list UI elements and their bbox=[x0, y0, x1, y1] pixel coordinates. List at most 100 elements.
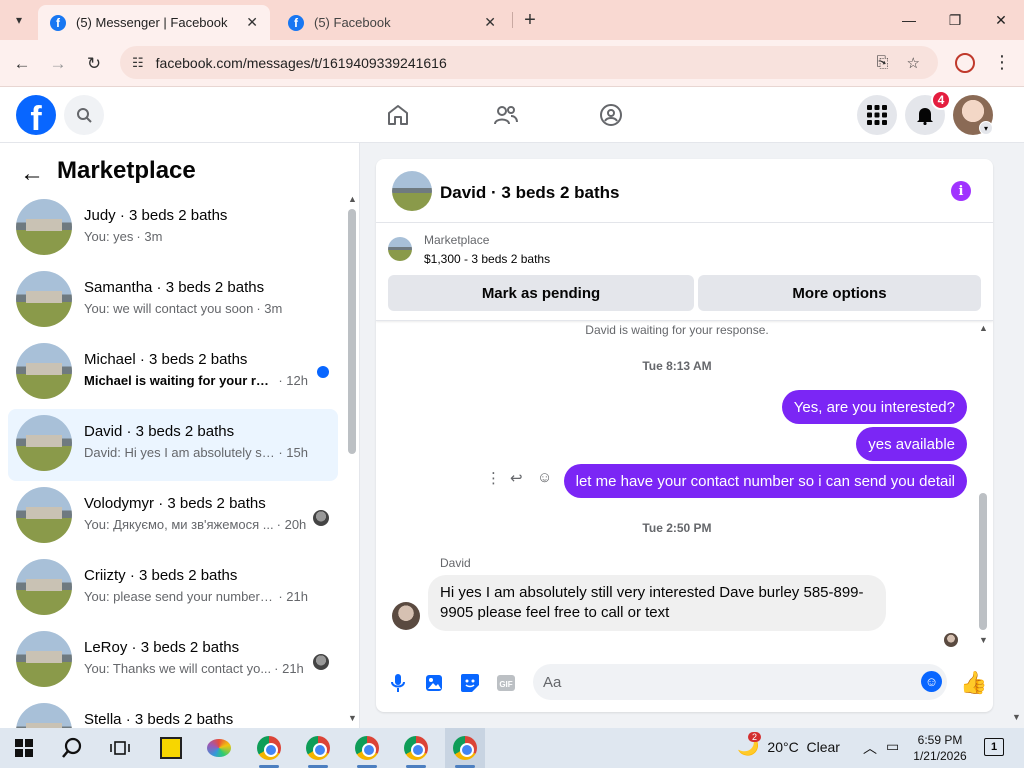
sticker-icon[interactable] bbox=[460, 673, 480, 693]
close-tab-icon[interactable]: ✕ bbox=[246, 14, 258, 31]
chevron-down-icon[interactable]: ▾ bbox=[979, 121, 993, 135]
conversation-name: Samantha · 3 beds 2 baths bbox=[84, 279, 265, 296]
search-button[interactable] bbox=[64, 95, 104, 135]
weather-widget[interactable]: 🌙 2 20°C Clear bbox=[737, 732, 840, 757]
listing-thumbnail bbox=[16, 199, 72, 255]
timestamp: Tue 2:50 PM bbox=[642, 521, 712, 535]
listing-price-title[interactable]: $1,300 - 3 beds 2 baths bbox=[424, 252, 550, 266]
restore-button[interactable]: ❐ bbox=[932, 0, 978, 40]
gif-icon[interactable]: GIF bbox=[496, 673, 516, 693]
close-tab-icon[interactable]: ✕ bbox=[484, 14, 496, 31]
outgoing-message[interactable]: let me have your contact number so i can… bbox=[563, 464, 967, 498]
reply-icon[interactable]: ↩ bbox=[510, 469, 523, 487]
listing-thumbnail bbox=[16, 559, 72, 615]
chrome-profile-icon[interactable] bbox=[255, 734, 283, 762]
seen-avatar bbox=[313, 654, 329, 670]
home-nav[interactable] bbox=[382, 99, 414, 131]
emoji-icon[interactable]: ☺ bbox=[921, 671, 942, 692]
conversation-item[interactable]: Criizty · 3 beds 2 baths You: please sen… bbox=[8, 553, 338, 625]
listing-card: Marketplace $1,300 - 3 beds 2 baths Mark… bbox=[376, 223, 993, 321]
search-icon[interactable] bbox=[58, 734, 86, 762]
chrome-profile-icon[interactable] bbox=[353, 734, 381, 762]
task-view-icon[interactable] bbox=[106, 734, 134, 762]
facebook-favicon-icon: f bbox=[288, 14, 304, 31]
conversation-item[interactable]: Samantha · 3 beds 2 baths You: we will c… bbox=[8, 265, 338, 337]
more-actions-icon[interactable]: ⋮ bbox=[486, 469, 501, 487]
scroll-up-arrow[interactable]: ▲ bbox=[348, 194, 357, 204]
conversation-preview: David: Hi yes I am absolutely still v...… bbox=[84, 445, 308, 460]
listing-thumbnail[interactable] bbox=[392, 171, 432, 211]
site-info-icon[interactable]: ☷ bbox=[132, 55, 144, 71]
conversation-name: LeRoy · 3 beds 2 baths bbox=[84, 639, 240, 656]
minimize-button[interactable]: — bbox=[886, 0, 932, 40]
install-app-icon[interactable]: ⎘ bbox=[877, 54, 889, 71]
listing-source: Marketplace bbox=[424, 233, 490, 247]
more-options-button[interactable]: More options bbox=[698, 275, 981, 311]
conversation-item-selected[interactable]: David · 3 beds 2 baths David: Hi yes I a… bbox=[8, 409, 338, 481]
groups-nav[interactable] bbox=[595, 99, 627, 131]
close-window-button[interactable]: ✕ bbox=[978, 0, 1024, 40]
back-button[interactable]: ← bbox=[8, 50, 36, 78]
incoming-message[interactable]: Hi yes I am absolutely still very intere… bbox=[428, 575, 886, 631]
friends-nav[interactable] bbox=[489, 99, 521, 131]
conversation-preview: You: yes · 3m bbox=[84, 229, 163, 244]
conversation-item[interactable]: Volodymyr · 3 beds 2 baths You: Дякуємо,… bbox=[8, 481, 338, 553]
back-arrow-icon[interactable]: ← bbox=[20, 160, 44, 188]
scroll-down-arrow[interactable]: ▼ bbox=[348, 713, 357, 723]
message-input[interactable] bbox=[533, 664, 947, 700]
conversation-item[interactable]: Judy · 3 beds 2 baths You: yes · 3m bbox=[8, 193, 338, 265]
timestamp: Tue 8:13 AM bbox=[642, 359, 712, 373]
url-text[interactable]: facebook.com/messages/t/1619409339241616 bbox=[156, 55, 877, 71]
notification-center-icon[interactable]: 1 bbox=[984, 738, 1004, 756]
scroll-down-arrow[interactable]: ▼ bbox=[979, 635, 988, 645]
facebook-logo[interactable]: f bbox=[16, 95, 56, 135]
tab-facebook[interactable]: f (5) Facebook ✕ bbox=[276, 5, 508, 40]
address-bar[interactable]: ☷ facebook.com/messages/t/16194093392416… bbox=[120, 46, 938, 79]
sender-avatar[interactable] bbox=[392, 602, 420, 630]
reload-button[interactable]: ↻ bbox=[80, 50, 108, 78]
network-icon[interactable]: ▭ bbox=[886, 738, 899, 755]
outgoing-message[interactable]: yes available bbox=[856, 427, 967, 461]
bookmark-star-icon[interactable]: ☆ bbox=[907, 54, 920, 72]
new-tab-button[interactable]: + bbox=[518, 8, 542, 32]
sticky-notes-icon[interactable] bbox=[157, 734, 185, 762]
windows-start-icon[interactable] bbox=[10, 734, 38, 762]
system-clock[interactable]: 6:59 PM 1/21/2026 bbox=[905, 732, 975, 764]
menu-button[interactable] bbox=[857, 95, 897, 135]
chat-scrollbar[interactable] bbox=[979, 493, 987, 630]
bell-icon bbox=[917, 108, 933, 125]
conversation-item[interactable]: Stella · 3 beds 2 baths bbox=[8, 697, 338, 728]
profile-icon[interactable] bbox=[955, 53, 975, 73]
conversation-item[interactable]: LeRoy · 3 beds 2 baths You: Thanks we wi… bbox=[8, 625, 338, 697]
outgoing-message[interactable]: Yes, are you interested? bbox=[781, 390, 967, 424]
chat-title[interactable]: David · 3 beds 2 baths bbox=[440, 183, 620, 203]
browser-menu-icon[interactable]: ⋮ bbox=[993, 52, 1011, 73]
chrome-active-icon[interactable] bbox=[451, 734, 479, 762]
windows-taskbar: 🌙 2 20°C Clear ︿ ▭ 6:59 PM 1/21/2026 1 bbox=[0, 728, 1024, 768]
photo-icon[interactable] bbox=[424, 673, 444, 693]
seen-avatar bbox=[313, 510, 329, 526]
microphone-icon[interactable] bbox=[388, 673, 408, 693]
friends-icon bbox=[494, 106, 518, 125]
thumbs-up-icon[interactable]: 👍 bbox=[960, 670, 987, 696]
conversation-item[interactable]: Michael · 3 beds 2 baths Michael is wait… bbox=[8, 337, 338, 409]
listing-thumbnail[interactable] bbox=[388, 237, 412, 261]
conversation-name: David · 3 beds 2 baths bbox=[84, 423, 235, 440]
listing-thumbnail bbox=[16, 631, 72, 687]
react-emoji-icon[interactable]: ☺ bbox=[537, 469, 552, 486]
chrome-profile-icon[interactable] bbox=[402, 734, 430, 762]
sidebar-scrollbar[interactable] bbox=[348, 209, 356, 454]
tab-search-chevron-icon[interactable]: ▾ bbox=[6, 7, 32, 33]
mark-as-pending-button[interactable]: Mark as pending bbox=[388, 275, 694, 311]
conversation-preview: You: we will contact you soon · 3m bbox=[84, 301, 283, 316]
chrome-profile-icon[interactable] bbox=[304, 734, 332, 762]
paint-app-icon[interactable] bbox=[205, 734, 233, 762]
info-icon[interactable]: i bbox=[951, 181, 971, 201]
sender-name: David bbox=[440, 556, 471, 570]
tab-messenger[interactable]: f (5) Messenger | Facebook ✕ bbox=[38, 5, 270, 40]
forward-button[interactable]: → bbox=[44, 50, 72, 78]
tray-chevron-up-icon[interactable]: ︿ bbox=[863, 738, 877, 758]
search-icon bbox=[77, 108, 92, 123]
page-scroll-down-arrow[interactable]: ▼ bbox=[1012, 712, 1021, 722]
scroll-up-arrow[interactable]: ▲ bbox=[979, 323, 988, 333]
